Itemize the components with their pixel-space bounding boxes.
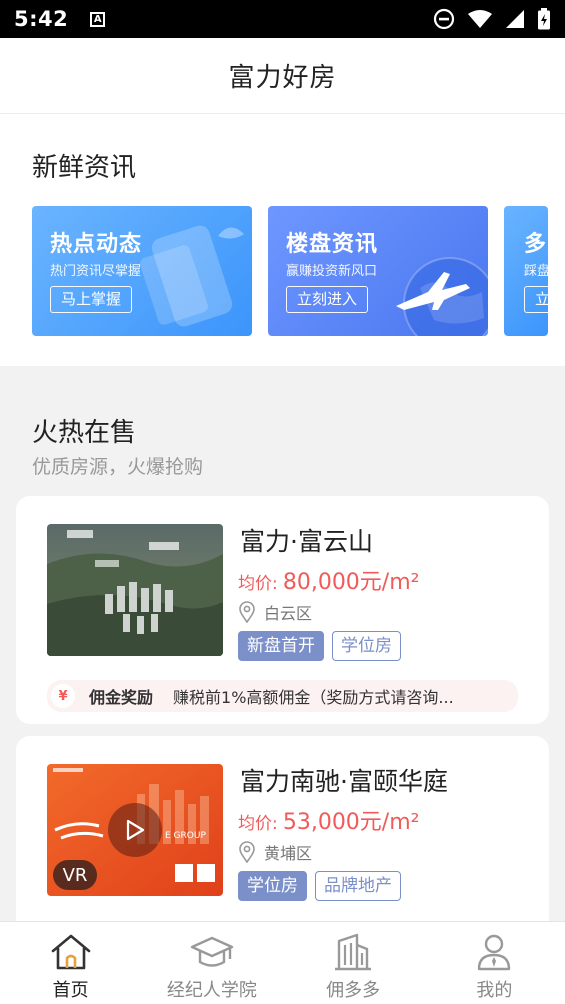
battery-icon [538,8,550,30]
hot-sale-title: 火热在售 [32,418,137,448]
news-card-partial[interactable]: 多 踩盘 立 [504,206,548,336]
property-card[interactable]: 富力·富云山 均价: 80,000元/m² 白云区 新盘首开 学位房 ¥ 佣金奖… [16,496,549,724]
nav-label: 首页 [52,980,89,1001]
nav-label: 经纪人学院 [166,980,257,1001]
notification-a-icon: A [90,11,106,27]
building-icon [335,933,372,971]
property-name: 富力·富云山 [240,527,373,556]
property-location: 黄埔区 [238,840,312,864]
property-price: 均价: 53,000元/m² [238,804,419,836]
app-header: 富力好房 [0,38,565,114]
hot-sale-subtitle: 优质房源，火爆抢购 [32,456,204,478]
news-card-title: 热点动态 [50,232,143,257]
price-value: 53,000元/m² [282,810,420,835]
news-card-button[interactable]: 立 [524,286,548,313]
thumb-caption: E GROUP [165,831,206,841]
app-title: 富力好房 [228,63,337,93]
play-icon [126,819,145,841]
property-tags: 新盘首开 学位房 [238,631,401,661]
nav-label: 佣多多 [326,980,381,1001]
property-tags: 学位房 品牌地产 [238,871,401,901]
news-card-button[interactable]: 马上掌握 [50,286,133,313]
vr-badge[interactable]: VR [53,860,97,890]
nav-item-commission[interactable]: 佣多多 [283,922,424,1004]
status-icons [433,8,551,30]
property-thumbnail[interactable] [47,524,223,656]
status-time: 5:42 [14,7,69,31]
user-icon [478,934,511,971]
property-thumbnail[interactable]: E GROUP VR [47,764,223,896]
signal-icon [506,10,524,28]
commission-label: 佣金奖励 [89,688,154,707]
location-text: 白云区 [264,604,313,623]
property-tag: 学位房 [332,631,401,661]
price-label: 均价: [238,574,278,594]
status-bar: 5:42 A [0,0,565,38]
nav-item-academy[interactable]: 经纪人学院 [141,922,282,1004]
nav-item-home[interactable]: 首页 [0,922,141,1004]
wifi-icon [468,10,492,28]
commission-text: 赚税前1%高额佣金（奖励方式请咨询... [173,688,454,707]
news-card-title: 楼盘资讯 [286,232,379,257]
play-video-button[interactable] [108,803,162,857]
do-not-disturb-icon [433,8,455,30]
news-card-subtitle: 踩盘 [524,264,548,279]
nav-label: 我的 [476,980,513,1001]
property-tag: 新盘首开 [238,631,324,661]
price-value: 80,000元/m² [282,570,420,595]
news-card-subtitle: 赢赚投资新风口 [286,264,378,279]
property-price: 均价: 80,000元/m² [238,564,419,596]
news-card-hot-topics[interactable]: 热点动态 热门资讯尽掌握 马上掌握 [32,206,252,336]
location-text: 黄埔区 [264,844,313,863]
home-icon [51,934,90,970]
property-tag: 学位房 [238,871,307,901]
nav-item-profile[interactable]: 我的 [424,922,565,1004]
price-label: 均价: [238,814,278,834]
commission-banner[interactable]: ¥ 佣金奖励 赚税前1%高额佣金（奖励方式请咨询... [47,680,518,712]
property-name: 富力南驰·富颐华庭 [240,767,448,796]
news-card-button[interactable]: 立刻进入 [286,286,369,313]
location-pin-icon [239,601,255,623]
bottom-nav: 首页 经纪人学院 佣多多 我的 [0,921,565,1004]
location-pin-icon [239,841,255,863]
property-location: 白云区 [238,600,312,624]
yen-icon: ¥ [51,684,75,708]
property-tag: 品牌地产 [315,871,401,901]
news-card-property-info[interactable]: 楼盘资讯 赢赚投资新风口 立刻进入 [268,206,488,336]
news-section: 新鲜资讯 热点动态 热门资讯尽掌握 马上掌握 楼盘资讯 赢赚投资新风口 立刻进入… [0,114,565,366]
news-card-subtitle: 热门资讯尽掌握 [50,264,142,279]
news-card-title: 多 [524,232,548,257]
graduation-cap-icon [190,936,234,967]
news-section-title: 新鲜资讯 [32,153,137,183]
